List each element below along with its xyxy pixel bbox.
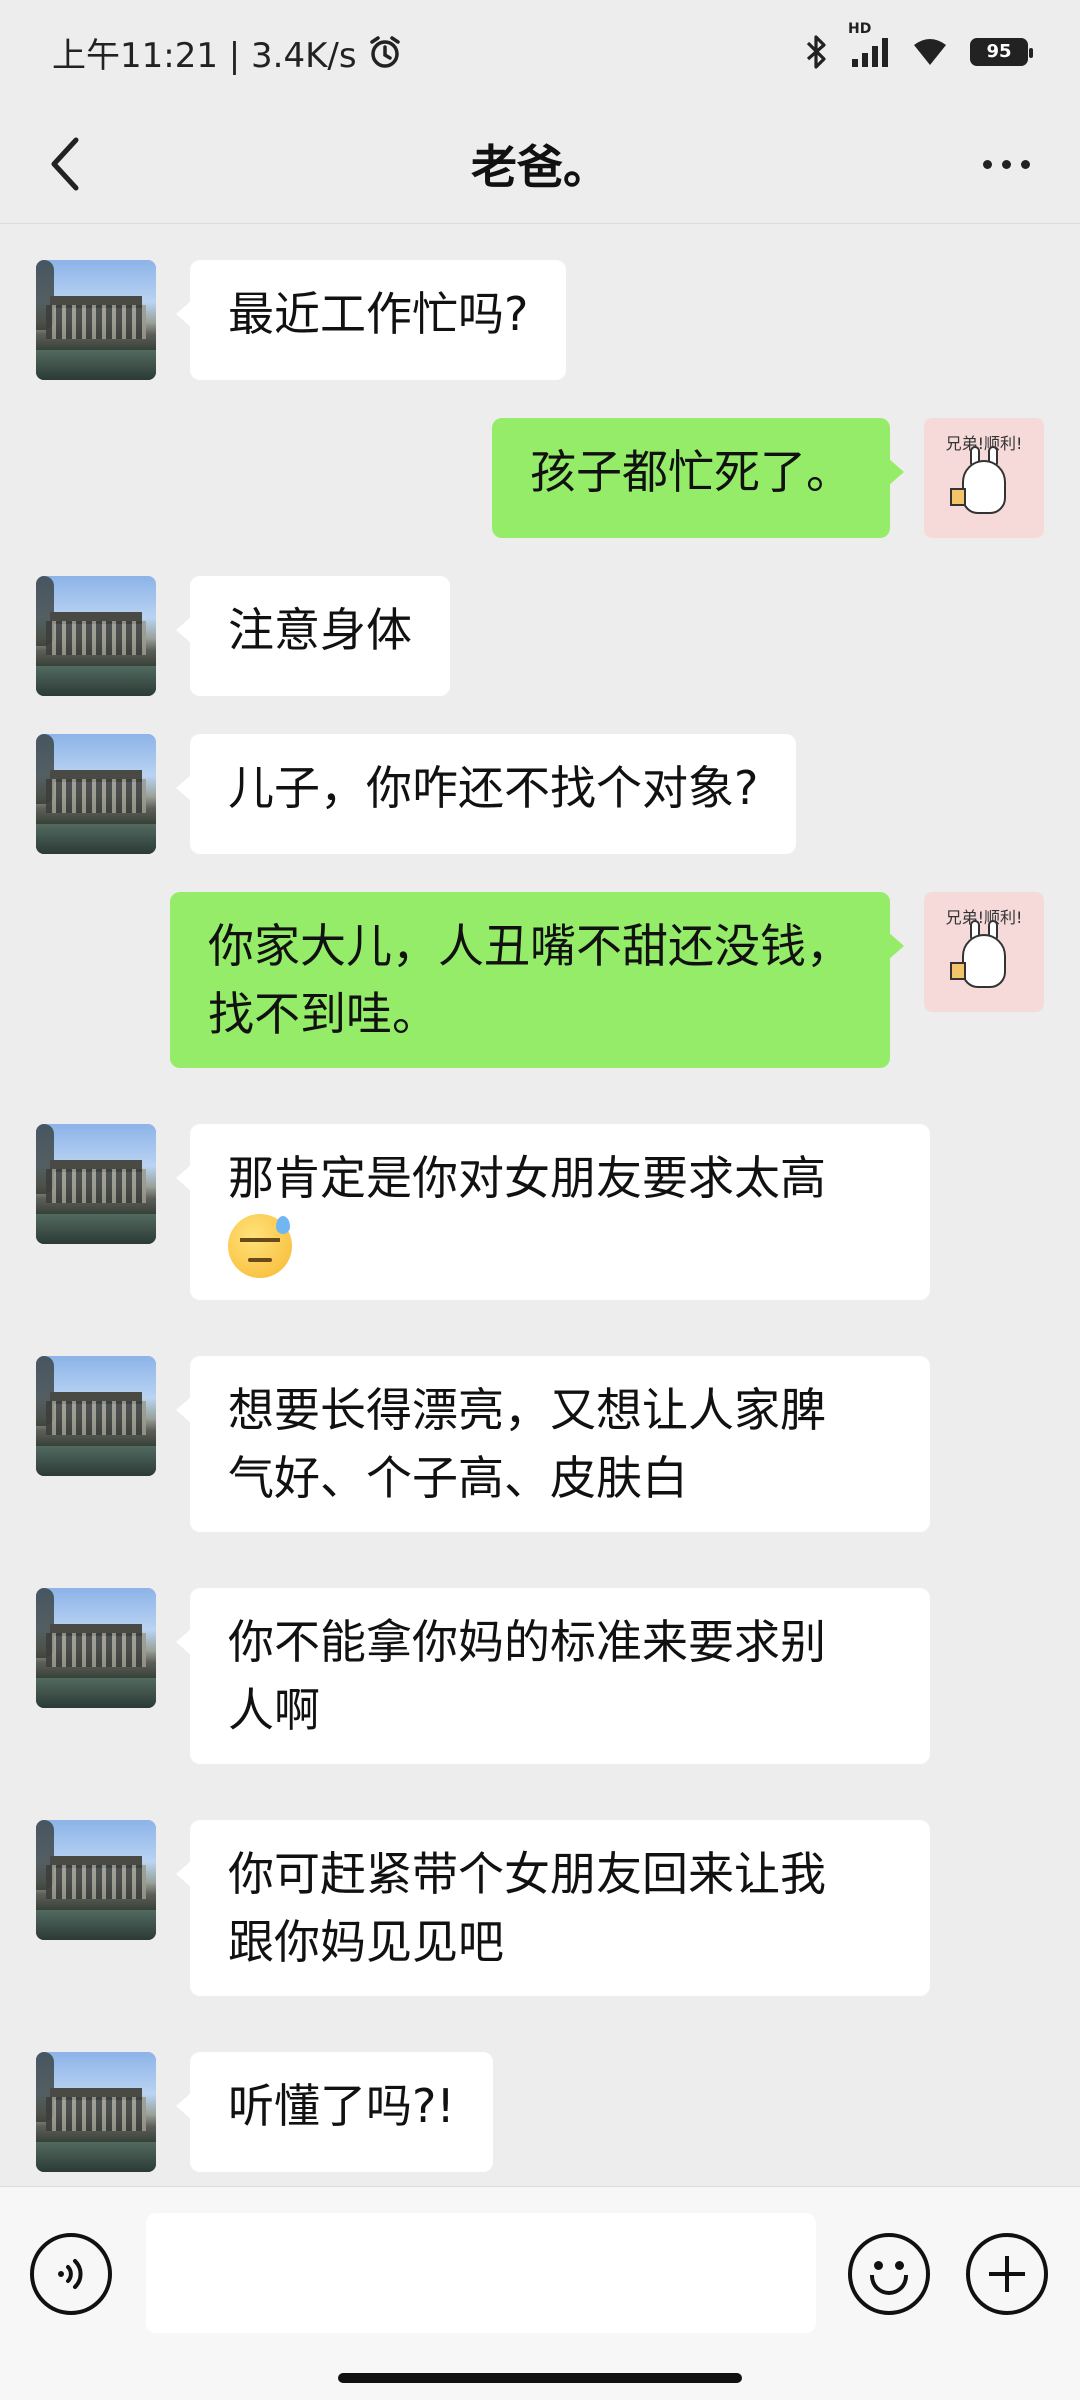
avatar[interactable] [36,1820,156,1940]
message-row-incoming: 你可赶紧带个女朋友回来让我 跟你妈见见吧 [36,1820,930,1996]
chat-header: 老爸。 [0,104,1080,224]
message-text-line: 你家大儿，人丑嘴不甜还没钱， [208,919,852,973]
input-bar [0,2186,1080,2400]
message-text-line: 人啊 [228,1683,320,1737]
battery-icon: 95 [970,38,1033,66]
message-bubble[interactable]: 你家大儿，人丑嘴不甜还没钱， 找不到哇。 [170,892,904,1068]
message-text-line: 你不能拿你妈的标准来要求别 [228,1615,826,1669]
message-bubble[interactable]: 最近工作忙吗? [175,260,567,380]
message-text-line: 那肯定是你对女朋友要求太高 [228,1151,826,1205]
message-row-incoming: 最近工作忙吗? [36,260,567,380]
status-time-speed: 上午11:21 | 3.4K/s [52,35,357,76]
message-text: 注意身体 [228,603,412,657]
message-row-incoming: 那肯定是你对女朋友要求太高 [36,1124,930,1300]
avatar[interactable] [36,734,156,854]
plus-button[interactable] [966,2233,1048,2315]
alarm-icon [367,34,403,70]
battery-level: 95 [986,41,1012,62]
message-text: 孩子都忙死了。 [530,445,852,499]
avatar[interactable] [36,2052,156,2172]
more-button[interactable] [966,126,1046,202]
message-text-line: 想要长得漂亮，又想让人家脾 [228,1383,826,1437]
hd-label: HD [848,21,872,37]
sticker-text: 兄弟!顺利! [945,908,1023,927]
wifi-icon [912,37,948,67]
back-chevron-icon [51,137,79,191]
back-button[interactable] [36,126,96,202]
message-row-incoming: 儿子，你咋还不找个对象? [36,734,797,854]
voice-button[interactable] [30,2233,112,2315]
status-left: 上午11:21 | 3.4K/s [52,28,403,77]
message-row-outgoing: 兄弟!顺利! 你家大儿，人丑嘴不甜还没钱， 找不到哇。 [170,892,1044,1068]
message-text-line: 气好、个子高、皮肤白 [228,1451,688,1505]
message-bubble[interactable]: 你不能拿你妈的标准来要求别 人啊 [176,1588,930,1764]
avatar[interactable] [36,1356,156,1476]
avatar[interactable]: 兄弟!顺利! [924,892,1044,1012]
message-text: 最近工作忙吗? [228,287,529,341]
voice-icon [58,2259,83,2289]
message-text: 听懂了吗?! [228,2079,455,2133]
message-row-incoming: 你不能拿你妈的标准来要求别 人啊 [36,1588,930,1764]
bluetooth-icon [804,33,828,71]
message-bubble[interactable]: 儿子，你咋还不找个对象? [175,734,797,854]
message-text-line: 你可赶紧带个女朋友回来让我 [228,1847,826,1901]
message-bubble[interactable]: 听懂了吗?! [176,2052,493,2172]
avatar[interactable] [36,1124,156,1244]
message-text-line: 跟你妈见见吧 [228,1915,504,1969]
message-row-incoming: 注意身体 [36,576,450,696]
sweat-emoji-icon [228,1214,292,1278]
sticker-text: 兄弟!顺利! [945,434,1023,453]
more-dots-icon [982,159,1030,169]
message-text-line: 找不到哇。 [208,987,438,1041]
avatar[interactable] [36,1588,156,1708]
message-row-outgoing: 兄弟!顺利! 孩子都忙死了。 [492,418,1044,538]
status-right: HD 95 [804,21,1033,71]
avatar[interactable]: 兄弟!顺利! [924,418,1044,538]
chat-list[interactable]: 最近工作忙吗? 兄弟!顺利! 孩子都忙死了。 注意身体 儿子，你咋还不找个对象?… [0,226,1080,2186]
message-text: 儿子，你咋还不找个对象? [228,761,759,815]
message-input[interactable] [146,2213,816,2333]
avatar[interactable] [36,260,156,380]
home-indicator[interactable] [338,2373,742,2383]
message-bubble[interactable]: 注意身体 [176,576,450,696]
message-row-incoming: 想要长得漂亮，又想让人家脾 气好、个子高、皮肤白 [36,1356,930,1532]
message-bubble[interactable]: 想要长得漂亮，又想让人家脾 气好、个子高、皮肤白 [176,1356,930,1532]
page-title: 老爸。 [471,139,609,194]
signal-icon: HD [848,21,890,69]
message-row-incoming: 听懂了吗?! [36,2052,493,2172]
message-bubble[interactable]: 那肯定是你对女朋友要求太高 [176,1124,930,1300]
avatar[interactable] [36,576,156,696]
message-bubble[interactable]: 孩子都忙死了。 [492,418,904,538]
message-bubble[interactable]: 你可赶紧带个女朋友回来让我 跟你妈见见吧 [176,1820,930,1996]
status-bar: 上午11:21 | 3.4K/s HD 95 [0,0,1080,104]
emoji-button[interactable] [848,2233,930,2315]
